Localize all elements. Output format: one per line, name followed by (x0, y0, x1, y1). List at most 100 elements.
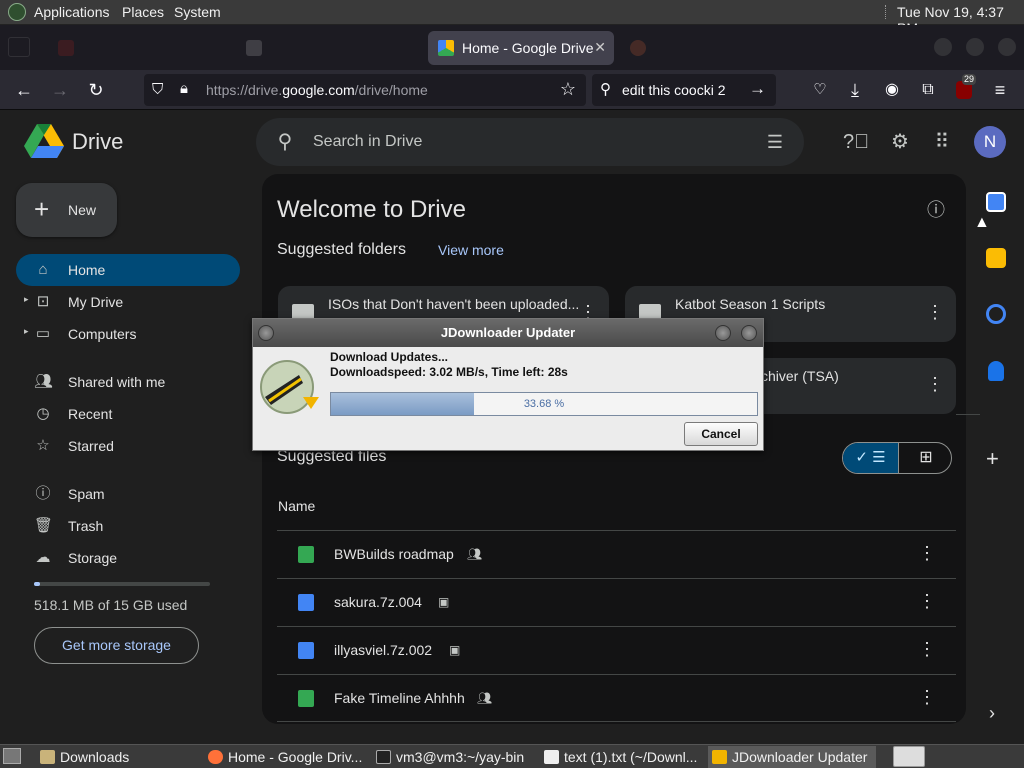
caret-right-icon[interactable]: ▸ (24, 326, 29, 337)
shared-icon: 👥︎ (34, 373, 54, 390)
forward-arrow-icon[interactable]: → (48, 78, 72, 102)
distro-logo-icon[interactable] (8, 3, 26, 21)
sidebar-item-spam[interactable]: ⓘ Spam (16, 478, 240, 510)
cancel-button[interactable]: Cancel (684, 422, 758, 446)
account-icon[interactable]: ◉ (880, 78, 904, 102)
ublock-icon[interactable]: 29 (952, 74, 977, 102)
folder-name: ISOs that Don't haven't been uploaded... (328, 296, 580, 312)
more-vert-icon[interactable]: ⋮ (918, 639, 936, 660)
maximize-icon[interactable] (966, 38, 984, 56)
window-menu-icon[interactable] (258, 325, 274, 341)
name-column-header[interactable]: Name (278, 498, 315, 514)
help-icon[interactable]: ?⃝ (843, 130, 869, 154)
keep-icon[interactable] (986, 248, 1006, 268)
more-vert-icon[interactable]: ⋮ (926, 374, 944, 395)
lock-icon[interactable]: 🔒︎ (180, 80, 188, 97)
sidebar-item-label: Home (68, 262, 106, 278)
menu-applications[interactable]: Applications (34, 4, 110, 20)
more-vert-icon[interactable]: ⋮ (926, 302, 944, 323)
more-vert-icon[interactable]: ⋮ (918, 687, 936, 708)
taskbar-item-downloads[interactable]: Downloads (36, 746, 196, 768)
tab-google-drive[interactable]: Home - Google Drive ✕ (428, 31, 614, 65)
chevron-right-icon[interactable]: › (989, 703, 995, 724)
info-icon[interactable]: ⓘ (924, 198, 948, 222)
tab-firefox[interactable] (620, 31, 800, 65)
sidebar-item-trash[interactable]: 🗑︎ Trash (16, 510, 240, 542)
taskbar-item-terminal[interactable]: vm3@vm3:~/yay-bin (372, 746, 532, 768)
file-row[interactable]: Fake Timeline Ahhhh 👥︎ ⋮ (277, 674, 956, 722)
drive-logo-text[interactable]: Drive (72, 129, 123, 155)
list-view-icon[interactable]: ✓ ☰ (843, 443, 898, 473)
workspace-switcher-icon[interactable] (893, 746, 925, 767)
firefox-view-icon[interactable] (8, 37, 30, 57)
url-bar[interactable]: ⛉ 🔒︎ https://drive.google.com/drive/home… (144, 74, 586, 106)
plus-icon[interactable]: + (986, 446, 999, 472)
view-more-link[interactable]: View more (438, 242, 504, 258)
spam-icon: ⓘ (35, 485, 51, 502)
view-toggle[interactable]: ✓ ☰ ⊞ (842, 442, 952, 474)
go-arrow-icon[interactable]: → (749, 79, 766, 99)
menu-system[interactable]: System (174, 4, 221, 20)
sidebar-item-starred[interactable]: ☆ Starred (16, 430, 240, 462)
reload-icon[interactable]: ↻ (84, 78, 108, 102)
close-icon[interactable]: ✕ (594, 39, 606, 56)
download-icon[interactable]: ⤓ (843, 78, 867, 102)
sidebar-item-shared[interactable]: 👥︎ Shared with me (16, 366, 240, 398)
avatar[interactable]: N (974, 126, 1006, 158)
search-bar[interactable]: ⚲ Search in Drive ☰ (256, 118, 804, 166)
sidebar-item-recent[interactable]: ◷ Recent (16, 398, 240, 430)
drive-logo-icon[interactable] (24, 124, 64, 158)
shield-icon[interactable]: ⛉ (152, 81, 163, 98)
find-bar[interactable]: ⚲ edit this coocki 2 → (592, 74, 776, 106)
folder-icon (40, 750, 55, 764)
filter-tune-icon[interactable]: ☰ (763, 130, 787, 154)
sidebar-item-storage[interactable]: ☁︎ Storage (16, 542, 240, 574)
close-window-icon[interactable] (998, 38, 1016, 56)
storage-progress-bar (34, 582, 210, 586)
tasks-icon[interactable] (986, 304, 1006, 324)
storage-progress-fill (34, 582, 40, 586)
file-row[interactable]: BWBuilds roadmap 👥︎ ⋮ (277, 530, 956, 578)
calendar-icon[interactable] (986, 192, 1006, 212)
extensions-icon[interactable]: ⧉ (916, 78, 940, 102)
taskbar-item-jdownloader[interactable]: JDownloader Updater (708, 746, 876, 768)
dialog-title[interactable]: JDownloader Updater (253, 319, 763, 347)
sidebar-item-home[interactable]: ⌂ Home (16, 254, 240, 286)
get-more-storage-button[interactable]: Get more storage (34, 627, 199, 664)
taskbar-item-label: Home - Google Driv... (228, 749, 363, 765)
new-button[interactable]: + New (16, 183, 117, 237)
search-input[interactable]: Search in Drive (313, 133, 422, 151)
url-text[interactable]: https://drive.google.com/drive/home (206, 82, 428, 98)
taskbar-item-text-editor[interactable]: text (1).txt (~/Downl... (540, 746, 704, 768)
grid-view-icon[interactable]: ⊞ (898, 443, 951, 473)
tab-gmail[interactable] (48, 31, 228, 65)
file-row[interactable]: sakura.7z.004 ▣ ⋮ (277, 578, 956, 626)
pocket-icon[interactable]: ♡ (808, 78, 832, 102)
tab-trash[interactable] (236, 31, 416, 65)
image-icon: ▣ (449, 643, 461, 657)
minimize-icon[interactable] (934, 38, 952, 56)
caret-right-icon[interactable]: ▸ (24, 294, 29, 305)
system-top-bar: Applications Places System Tue Nov 19, 4… (0, 0, 1024, 36)
search-icon[interactable]: ⚲ (273, 130, 297, 154)
sidebar-item-computers[interactable]: ▸ ▭ Computers (16, 318, 240, 350)
close-icon[interactable] (741, 325, 757, 341)
apps-grid-icon[interactable]: ⠿ (930, 130, 954, 154)
page-title: Welcome to Drive (277, 196, 466, 223)
sidebar-item-my-drive[interactable]: ▸ ⊡ My Drive (16, 286, 240, 318)
bookmark-star-icon[interactable]: ☆ (560, 79, 576, 100)
gear-icon[interactable]: ⚙ (888, 130, 912, 154)
minimize-icon[interactable] (715, 325, 731, 341)
back-arrow-icon[interactable]: ← (12, 78, 36, 102)
menu-places[interactable]: Places (122, 4, 164, 20)
find-text[interactable]: edit this coocki 2 (622, 82, 726, 98)
file-row[interactable]: illyasviel.7z.002 ▣ ⋮ (277, 626, 956, 674)
show-desktop-icon[interactable] (3, 748, 21, 764)
drive-icon (438, 40, 454, 56)
hamburger-menu-icon[interactable]: ≡ (988, 78, 1012, 102)
dialog-status-text: Download Updates... (330, 350, 449, 364)
more-vert-icon[interactable]: ⋮ (918, 543, 936, 564)
contacts-icon[interactable] (988, 361, 1004, 381)
more-vert-icon[interactable]: ⋮ (918, 591, 936, 612)
taskbar-item-firefox[interactable]: Home - Google Driv... (204, 746, 368, 768)
